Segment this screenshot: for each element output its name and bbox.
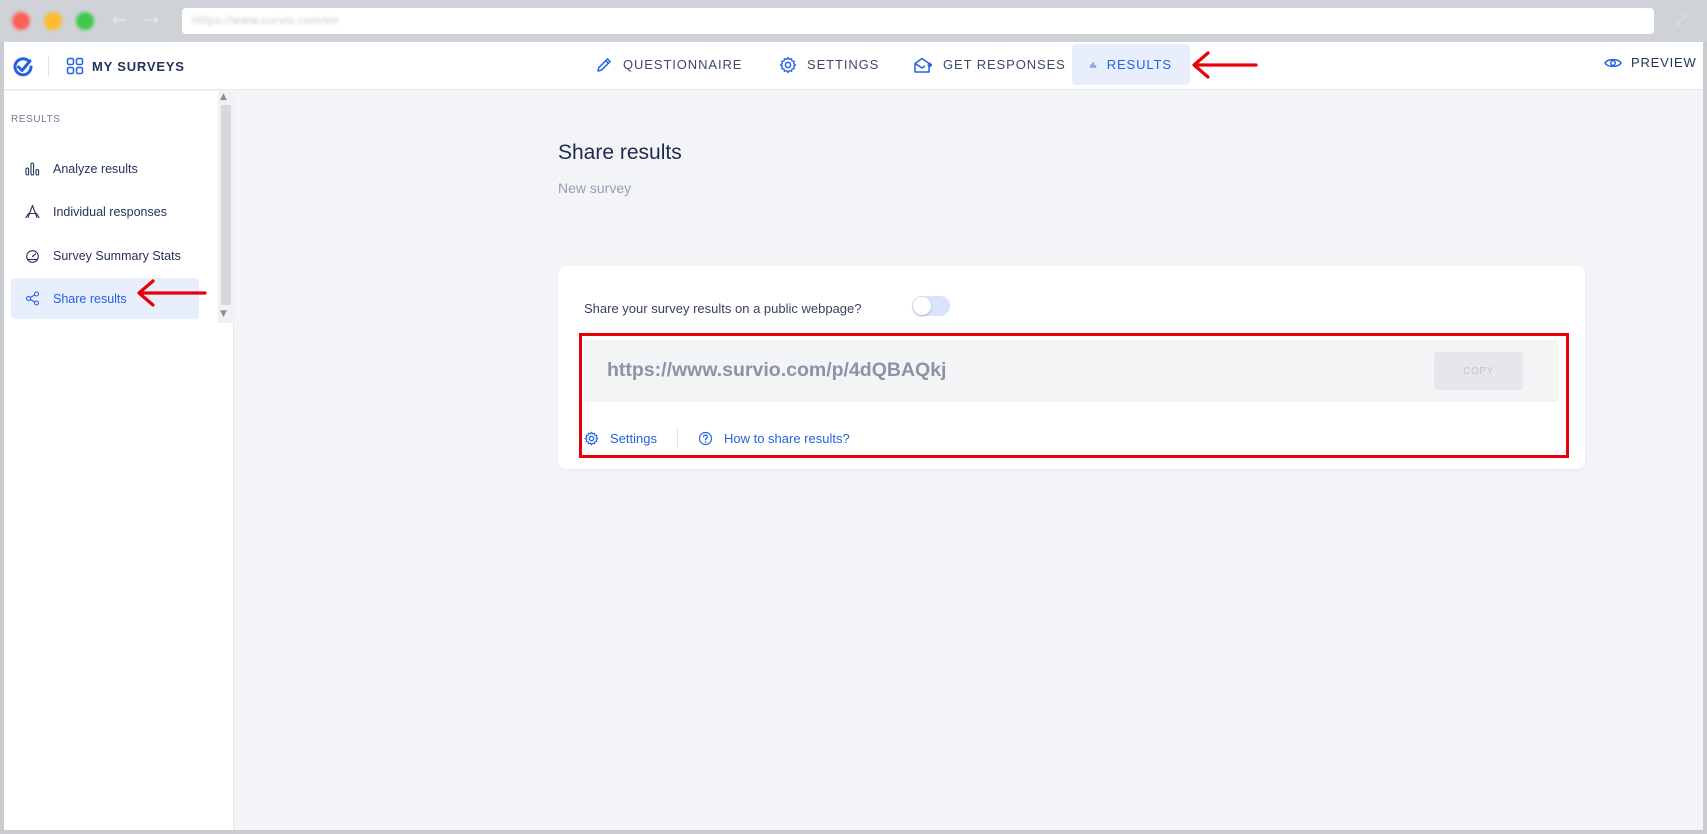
- close-window-dot[interactable]: [12, 12, 30, 30]
- sidebar-item-share-results[interactable]: Share results: [11, 278, 199, 319]
- address-bar[interactable]: https://www.survio.com/en: [182, 8, 1654, 34]
- top-navbar: MY SURVEYS QUESTIONNAIRE SETTINGS GET RE…: [4, 42, 1703, 90]
- share-question-label: Share your survey results on a public we…: [584, 301, 862, 316]
- sidebar-scrollbar[interactable]: ▲ ▼: [218, 91, 234, 323]
- eye-icon: [1604, 58, 1622, 67]
- scrollbar-thumb[interactable]: [221, 105, 231, 305]
- gear-icon: [584, 431, 599, 445]
- maximize-window-dot[interactable]: [76, 12, 94, 30]
- envelope-send-icon: [914, 57, 933, 73]
- toggle-knob: [913, 297, 931, 315]
- tab-questionnaire-label: QUESTIONNAIRE: [623, 57, 743, 72]
- card-links: Settings How to share results?: [584, 427, 850, 449]
- public-url-text: https://www.survio.com/p/4dQBAQkj: [607, 359, 947, 381]
- tab-results[interactable]: RESULTS: [1072, 44, 1190, 85]
- individual-responses-icon: [25, 204, 40, 219]
- tab-get-responses-label: GET RESPONSES: [943, 57, 1066, 72]
- settings-link-label: Settings: [610, 430, 657, 446]
- tab-results-label: RESULTS: [1106, 57, 1172, 72]
- how-to-share-label: How to share results?: [723, 430, 850, 446]
- survio-app: MY SURVEYS QUESTIONNAIRE SETTINGS GET RE…: [4, 42, 1703, 830]
- my-surveys-link[interactable]: MY SURVEYS: [66, 55, 185, 77]
- sidebar-item-analyze-results[interactable]: Analyze results: [11, 148, 199, 189]
- share-public-toggle[interactable]: [912, 296, 950, 316]
- sidebar-item-label: Survey Summary Stats: [53, 248, 181, 263]
- scroll-down-icon[interactable]: ▼: [220, 309, 227, 319]
- help-circle-icon: [698, 431, 713, 445]
- pencil-icon: [597, 57, 611, 72]
- minimize-window-dot[interactable]: [44, 12, 62, 30]
- bar-chart-icon: [1090, 61, 1097, 68]
- scroll-up-icon[interactable]: ▲: [220, 92, 227, 102]
- sidebar-item-label: Analyze results: [53, 161, 138, 176]
- back-arrow-icon[interactable]: ←: [112, 10, 127, 31]
- public-url-field[interactable]: https://www.survio.com/p/4dQBAQkj COPY: [584, 340, 1559, 402]
- navbar-divider: [48, 55, 49, 77]
- share-icon: [25, 291, 40, 306]
- gauge-icon: [26, 249, 39, 263]
- results-sidebar: RESULTS Analyze results Individual respo…: [4, 91, 234, 830]
- bar-chart-icon: [25, 161, 40, 176]
- tab-questionnaire[interactable]: QUESTIONNAIRE: [577, 44, 760, 85]
- forward-arrow-icon[interactable]: →: [144, 10, 159, 31]
- preview-button[interactable]: PREVIEW: [1604, 55, 1697, 70]
- copy-button-label: COPY: [1463, 365, 1494, 377]
- address-bar-url: https://www.survio.com/en: [192, 14, 339, 27]
- sidebar-item-label: Share results: [53, 291, 127, 306]
- settings-link[interactable]: Settings: [584, 431, 657, 446]
- gear-icon: [779, 56, 797, 73]
- how-to-share-link[interactable]: How to share results?: [698, 431, 850, 446]
- sidebar-item-survey-summary-stats[interactable]: Survey Summary Stats: [11, 235, 199, 276]
- share-results-card: Share your survey results on a public we…: [558, 266, 1585, 469]
- tab-get-responses[interactable]: GET RESPONSES: [895, 44, 1084, 85]
- my-surveys-label: MY SURVEYS: [92, 58, 185, 74]
- grid-icon: [66, 57, 84, 75]
- preview-label: PREVIEW: [1631, 55, 1697, 70]
- sidebar-heading: RESULTS: [11, 114, 61, 125]
- sidebar-item-label: Individual responses: [53, 204, 167, 219]
- sidebar-item-individual-responses[interactable]: Individual responses: [11, 191, 199, 232]
- browser-chrome: ← → https://www.survio.com/en ⤢: [0, 0, 1707, 42]
- expand-icon[interactable]: ⤢: [1675, 11, 1687, 29]
- survey-name: New survey: [558, 180, 632, 196]
- page-title: Share results: [558, 141, 682, 164]
- link-divider: [676, 428, 678, 448]
- survio-logo-icon[interactable]: [12, 56, 34, 78]
- tab-settings[interactable]: SETTINGS: [761, 44, 897, 85]
- tab-settings-label: SETTINGS: [807, 57, 880, 72]
- copy-button[interactable]: COPY: [1434, 352, 1523, 390]
